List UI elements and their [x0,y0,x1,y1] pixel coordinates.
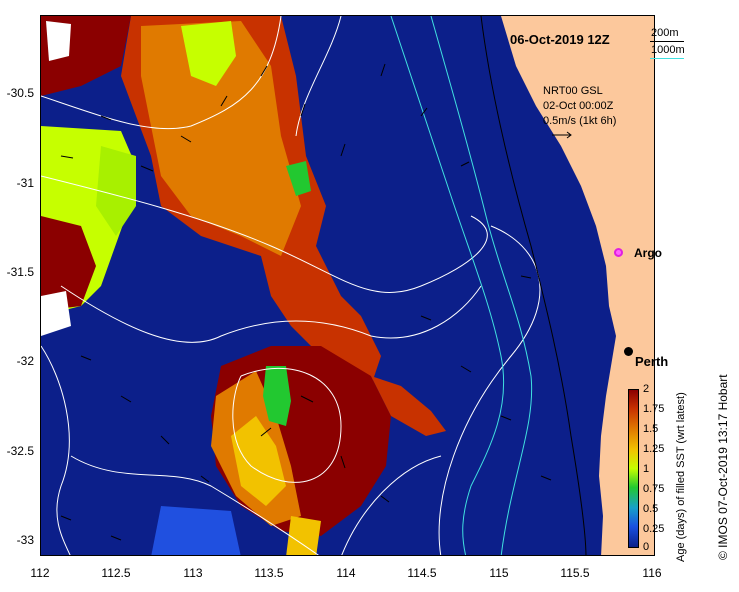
sst-age-patch-bottom-yellow [286,516,321,555]
x-tick-label: 115.5 [560,566,590,580]
current-source-label: NRT00 GSL [543,85,603,97]
colorbar-tick: 1.25 [643,443,665,455]
depth-legend-200m-line [650,41,684,42]
argo-marker-icon[interactable] [614,248,623,257]
colorbar-tick: 0 [643,541,650,553]
argo-label: Argo [634,246,662,260]
y-tick-label: -31 [16,176,34,190]
x-tick-label: 112 [30,566,50,580]
colorbar-title: Age (days) of filled SST (wrt latest) [675,392,687,562]
y-tick-label: -32 [16,354,34,368]
perth-label: Perth [635,354,669,369]
colorbar-tick: 0.5 [643,503,659,515]
sst-map-graphic [41,16,654,555]
colorbar-tick: 1.75 [643,403,665,415]
y-tick-label: -31.5 [6,265,34,279]
x-tick-label: 113.5 [254,566,284,580]
imos-credit: © IMOS 07-Oct-2019 13:17 Hobart [716,374,730,560]
colorbar-tick: 1 [643,463,650,475]
colorbar-tick: 1.5 [643,423,659,435]
depth-legend-1000m-line [650,58,684,59]
current-scale-label: 0.5m/s (1kt 6h) [543,115,617,127]
map-title: 06-Oct-2019 12Z [510,32,610,47]
sst-age-patch-northwest-white [46,21,71,61]
x-tick-label: 113 [183,566,203,580]
x-tick-label: 112.5 [101,566,131,580]
y-tick-label: -32.5 [6,444,34,458]
current-time-label: 02-Oct 00:00Z [543,100,614,112]
x-tick-label: 114.5 [407,566,437,580]
current-scale-arrow-icon [552,131,572,139]
sst-age-patch-bottom [151,506,241,555]
depth-legend-200m-label: 200m [651,27,679,39]
x-tick-label: 114 [336,566,356,580]
y-tick-label: -30.5 [6,86,34,100]
y-tick-label: -33 [16,533,34,547]
colorbar-tick: 0.75 [643,483,665,495]
perth-marker-icon[interactable] [624,347,633,356]
x-tick-label: 116 [642,566,662,580]
colorbar [628,389,639,548]
depth-legend-1000m-label: 1000m [651,44,685,56]
colorbar-tick: 0.25 [643,523,665,535]
x-tick-label: 115 [489,566,509,580]
colorbar-tick: 2 [643,383,650,395]
